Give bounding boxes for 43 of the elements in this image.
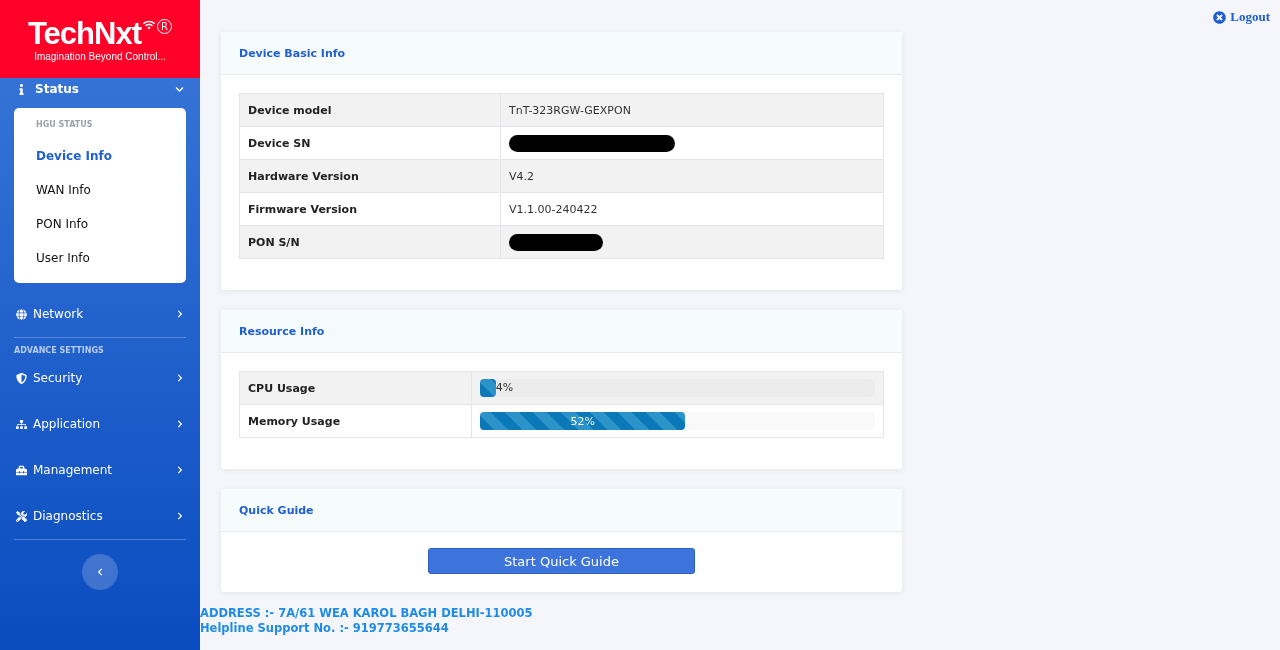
submenu-item[interactable]: Device Info xyxy=(36,139,186,173)
logo-name: TechNxt xyxy=(28,16,141,51)
shield-icon xyxy=(16,372,27,384)
submenu-item[interactable]: User Info xyxy=(36,241,186,275)
chevron-right-icon xyxy=(176,512,184,520)
chevron-right-icon xyxy=(176,420,184,428)
status-menu[interactable]: Status xyxy=(35,82,167,96)
chevron-right-icon xyxy=(176,374,184,382)
label-cell: PON S/N xyxy=(240,226,501,258)
chevron-right-icon xyxy=(176,466,184,474)
sidebar-item[interactable]: Security xyxy=(0,355,200,401)
card-title: Device Basic Info xyxy=(221,32,902,75)
toolbox-icon xyxy=(16,464,27,476)
address-text: ADDRESS :- 7A/61 WEA KAROL BAGH DELHI-110005 xyxy=(200,606,534,621)
label-cell: Memory Usage xyxy=(240,405,472,437)
usage-reading: 4% xyxy=(495,381,514,394)
submenu-item[interactable]: PON Info xyxy=(36,207,186,241)
sidebar-item[interactable]: Management xyxy=(0,447,200,493)
logo-tagline: Imagination Beyond Control... xyxy=(34,50,166,62)
value-cell-text: V4.2 xyxy=(508,168,536,185)
close-icon xyxy=(1213,10,1227,24)
chevron-left-icon xyxy=(96,568,104,576)
submenu-item[interactable]: WAN Info xyxy=(36,173,186,207)
sidebar-item[interactable]: Diagnostics xyxy=(0,493,200,539)
sidebar-item[interactable]: Network xyxy=(0,291,200,337)
wifi-icon xyxy=(143,18,155,31)
section-title: ADVANCE SETTINGS xyxy=(13,345,105,355)
globe-icon xyxy=(16,308,27,320)
helpline-text: Helpline Support No. :- 919773655644 xyxy=(200,621,450,636)
usage-reading: 52% xyxy=(570,414,595,428)
chevron-down-icon[interactable] xyxy=(175,84,184,94)
card-title: Resource Info xyxy=(221,310,902,353)
logout-link[interactable]: Logout xyxy=(1213,9,1270,25)
start-quick-guide-button[interactable]: Start Quick Guide xyxy=(428,548,695,574)
info-icon xyxy=(16,83,27,95)
sitemap-icon xyxy=(16,418,27,430)
sidebar-item[interactable]: Application xyxy=(0,401,200,447)
tools-icon xyxy=(16,510,27,522)
value-cell-text: TnT-323RGW-GEXPON xyxy=(508,102,632,119)
chevron-right-icon xyxy=(176,310,184,318)
submenu-title: HGU STATUS xyxy=(36,120,94,129)
card-title: Quick Guide xyxy=(221,489,902,532)
value-cell-text: V1.1.00-240422 xyxy=(508,201,599,218)
